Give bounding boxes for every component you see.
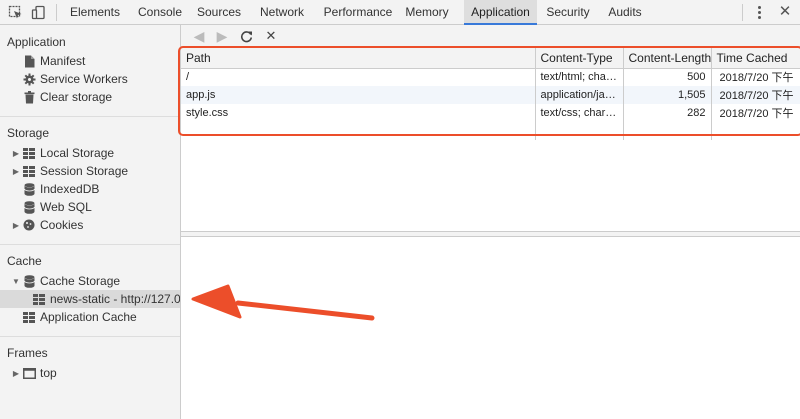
refresh-icon[interactable] [237,27,255,45]
sidebar-item-local-storage[interactable]: ▶ Local Storage [11,144,114,162]
sidebar-item-indexeddb[interactable]: IndexedDB [22,180,99,198]
cell-time-cached: 2018/7/20 下午 [711,86,800,104]
sidebar-item-label: Manifest [40,54,86,68]
table-row[interactable]: app.js application/javascript 1,505 2018… [181,86,800,104]
cache-toolbar: ◀ ▶ ✕ [181,25,800,47]
collapse-arrow-icon[interactable]: ▼ [11,276,21,286]
more-options-icon[interactable] [752,3,766,22]
sidebar-item-label: Web SQL [40,200,92,214]
sidebar-item-label: Application Cache [40,310,137,324]
section-title-frames: Frames [7,346,48,360]
expand-arrow-icon[interactable]: ▶ [11,220,21,230]
close-devtools-icon[interactable]: ✕ [775,2,795,22]
tab-audits[interactable]: Audits [604,0,646,25]
sidebar-item-label: Clear storage [40,90,113,104]
cookie-icon [22,218,36,232]
section-title-storage: Storage [7,126,50,140]
sidebar-item-label: Cache Storage [40,274,121,288]
database-icon [22,182,36,196]
database-icon [22,200,36,214]
tab-console[interactable]: Console [133,0,187,25]
gear-icon [22,72,36,86]
table-row[interactable]: / text/html; charset=utf-8 500 2018/7/20… [181,68,800,86]
expand-arrow-icon[interactable]: ▶ [11,368,21,378]
cell-content-length: 282 [623,104,712,122]
sidebar-item-session-storage[interactable]: ▶ Session Storage [11,162,128,180]
tab-network[interactable]: Network [256,0,308,25]
grid-icon [22,146,36,160]
tab-sources[interactable]: Sources [194,0,244,25]
back-icon[interactable]: ◀ [190,27,208,45]
sidebar-item-manifest[interactable]: Manifest [22,52,85,70]
cell-content-length: 500 [623,68,712,86]
column-header-content-type[interactable]: Content-Type [535,48,624,69]
trash-icon [22,90,36,104]
expand-arrow-icon[interactable]: ▶ [11,148,21,158]
sidebar-item-label: IndexedDB [40,182,100,196]
tab-memory[interactable]: Memory [403,0,451,25]
grid-icon [32,292,46,306]
tab-security[interactable]: Security [542,0,594,25]
table-filler-row [181,122,800,140]
tab-performance[interactable]: Performance [320,0,396,25]
sidebar-item-cache-entry[interactable]: news-static - http://127.0.0.1 [0,290,180,308]
sidebar-item-label: news-static - http://127.0.0.1 [50,292,180,306]
grid-icon [22,310,36,324]
sidebar-item-label: Service Workers [40,72,128,86]
cell-path: style.css [181,104,536,122]
cell-content-type: text/css; charset=utf-8 [535,104,624,122]
tab-application[interactable]: Application [464,0,537,25]
sidebar-item-web-sql[interactable]: Web SQL [22,198,92,216]
column-header-content-length[interactable]: Content-Length [623,48,712,69]
section-title-application: Application [7,35,66,49]
table-row[interactable]: style.css text/css; charset=utf-8 282 20… [181,104,800,122]
preview-pane [181,237,800,419]
frame-icon [22,366,36,380]
tab-elements[interactable]: Elements [66,0,124,25]
cell-content-length: 1,505 [623,86,712,104]
devtools-tab-bar: Elements Console Sources Network Performance… [0,0,800,25]
cache-entries-table: Path Content-Type Content-Length Time Ca… [181,48,800,140]
cell-time-cached: 2018/7/20 下午 [711,104,800,122]
sidebar-item-clear-storage[interactable]: Clear storage [22,88,112,106]
section-title-cache: Cache [7,254,42,268]
expand-arrow-icon[interactable]: ▶ [11,166,21,176]
cell-path: / [181,68,536,86]
close-icon[interactable]: ✕ [262,27,280,45]
sidebar-item-top-frame[interactable]: ▶ top [11,364,57,382]
cell-content-type: application/javascript [535,86,624,104]
sidebar: Application Manifest Service Workers Cle… [0,25,181,419]
table-header-row: Path Content-Type Content-Length Time Ca… [181,48,800,69]
cell-path: app.js [181,86,536,104]
column-header-path[interactable]: Path [181,48,536,69]
sidebar-item-cookies[interactable]: ▶ Cookies [11,216,83,234]
sidebar-item-label: Cookies [40,218,84,232]
column-header-time-cached[interactable]: Time Cached [711,48,800,69]
forward-icon[interactable]: ▶ [213,27,231,45]
sidebar-item-label: top [40,366,57,380]
device-toolbar-icon[interactable] [30,4,47,21]
document-icon [22,54,36,68]
cell-content-type: text/html; charset=utf-8 [535,68,624,86]
sidebar-item-label: Session Storage [40,164,129,178]
database-icon [22,274,36,288]
cell-time-cached: 2018/7/20 下午 [711,68,800,86]
inspect-icon[interactable] [7,4,24,21]
sidebar-item-service-workers[interactable]: Service Workers [22,70,128,88]
sidebar-item-cache-storage[interactable]: ▼ Cache Storage [11,272,120,290]
sidebar-item-application-cache[interactable]: Application Cache [22,308,137,326]
sidebar-item-label: Local Storage [40,146,115,160]
grid-icon [22,164,36,178]
